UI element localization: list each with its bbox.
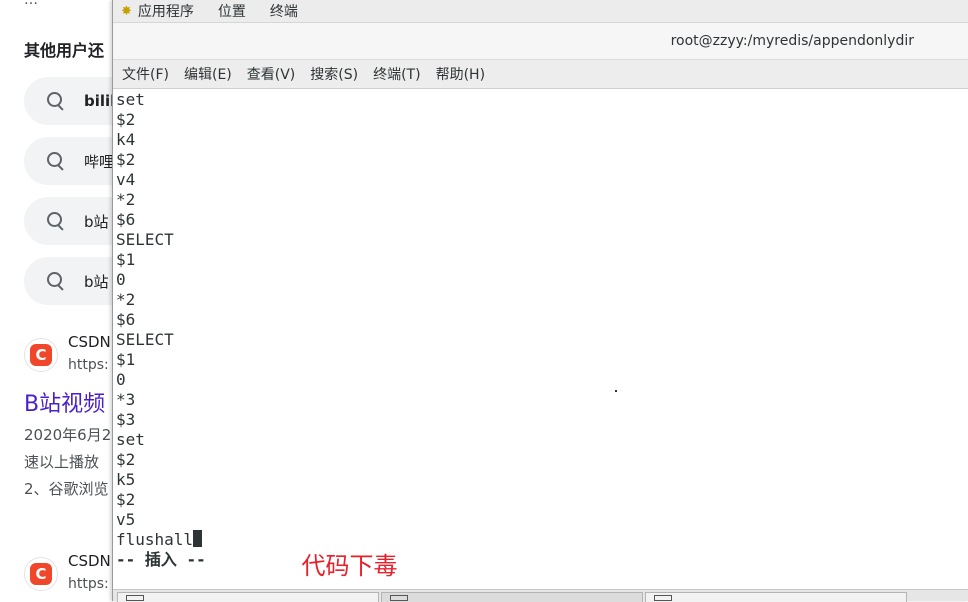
terminal-app-menu[interactable]: 终端 [270,1,298,21]
menu-view[interactable]: 查看(V) [247,64,296,84]
annotation-label: 代码下毒 [287,539,412,587]
terminal-line: *2 [116,190,136,209]
terminal-line: $1 [116,350,136,369]
screen-speck [615,390,617,392]
search-icon [46,151,66,171]
window-list-bar [113,589,968,602]
terminal-line: $6 [116,210,136,229]
menu-search[interactable]: 搜索(S) [310,64,358,84]
terminal-window: ✸ 应用程序 位置 终端 root@zzyy:/myredis/appendon… [112,0,968,602]
applications-menu[interactable]: 应用程序 [138,1,194,21]
gnome-top-bar: ✸ 应用程序 位置 终端 [113,0,968,23]
menu-edit[interactable]: 编辑(E) [184,64,232,84]
terminal-line: k4 [116,130,136,149]
suggestion-text: b站 [84,212,109,231]
window-thumb-icon [654,595,672,601]
terminal-line: SELECT [116,330,174,349]
result-site-name[interactable]: CSDN [68,333,111,351]
terminal-line: $1 [116,250,136,269]
result-snippet-line: 2、谷歌浏览 [24,480,109,498]
terminal-line: $2 [116,450,136,469]
suggestion-text: 哔哩 [84,152,115,171]
window-thumb-icon [126,595,144,601]
terminal-menu-bar: 文件(F) 编辑(E) 查看(V) 搜索(S) 终端(T) 帮助(H) [113,60,968,89]
terminal-line: *2 [116,290,136,309]
other-users-heading: 其他用户还 [24,41,105,60]
csdn-logo-icon[interactable]: C [24,338,58,372]
top-snippet: … [24,0,38,8]
csdn-logo-icon[interactable]: C [24,557,58,591]
menu-help[interactable]: 帮助(H) [436,64,485,84]
result-snippet-line: 速以上播放 [24,453,100,471]
app-menu-icon[interactable]: ✸ [121,4,132,19]
terminal-line: *3 [116,390,136,409]
terminal-line: v4 [116,170,136,189]
terminal-line: $2 [116,490,136,509]
result-url[interactable]: https: [68,357,109,373]
text-cursor [193,530,203,547]
terminal-line: $2 [116,150,136,169]
terminal-line: set [116,90,145,109]
search-icon [46,271,66,291]
menu-file[interactable]: 文件(F) [122,64,169,84]
result-site-name[interactable]: CSDN [68,552,111,570]
terminal-line: v5 [116,510,136,529]
window-title: root@zzyy:/myredis/appendonlydir [670,33,914,49]
terminal-output: set $2 k4 $2 v4 *2 $6 SELECT $1 0 *2 $6 SELECT $1 0 *3 $… [116,90,956,530]
current-line-text: flushall [116,530,194,549]
search-icon [46,91,66,111]
terminal-line: $3 [116,410,136,429]
terminal-line: 0 [116,370,126,389]
terminal-line: set [116,430,145,449]
terminal-line: k5 [116,470,136,489]
window-thumb-icon [390,595,408,601]
terminal-line: $6 [116,310,136,329]
terminal-line: $2 [116,110,136,129]
suggestion-text: b站 [84,272,109,291]
terminal-current-line[interactable]: flushall [116,530,956,550]
terminal-line: SELECT [116,230,174,249]
terminal-line: 0 [116,270,126,289]
vim-mode-indicator: -- 插入 -- [116,550,206,569]
result-snippet-line: 2020年6月2 [24,426,112,444]
menu-terminal[interactable]: 终端(T) [373,64,420,84]
suggestion-text: bilil [84,92,116,110]
window-title-bar[interactable]: root@zzyy:/myredis/appendonlydir [113,23,968,60]
places-menu[interactable]: 位置 [218,1,246,21]
result-title-link[interactable]: B站视频 [24,386,105,418]
result-url[interactable]: https: [68,576,109,592]
search-icon [46,211,66,231]
terminal-text-area[interactable]: set $2 k4 $2 v4 *2 $6 SELECT $1 0 *2 $6 SELECT $1 0 *3 $… [116,90,956,590]
